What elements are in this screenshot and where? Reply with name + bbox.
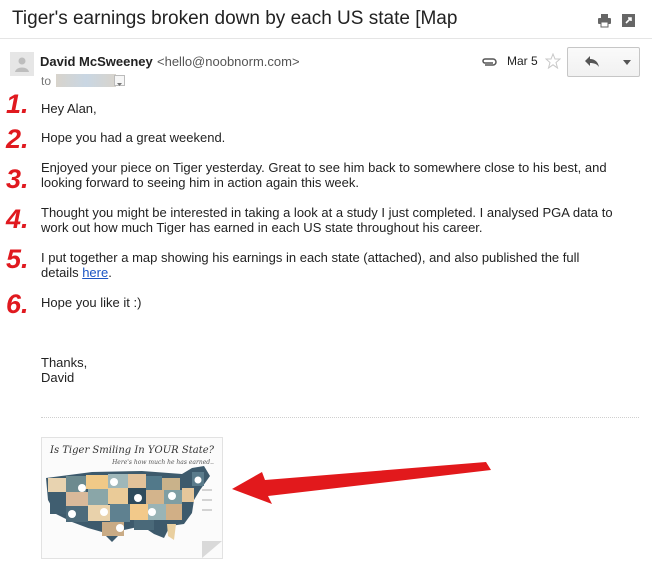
sign-off: Thanks, <box>41 355 88 370</box>
to-label: to <box>41 74 52 88</box>
here-link[interactable]: here <box>82 265 108 280</box>
reply-button[interactable] <box>567 47 617 77</box>
print-icon[interactable] <box>597 13 612 28</box>
attachment-divider <box>41 417 639 418</box>
attachment-thumbnail[interactable]: Is Tiger Smiling In YOUR State? Here's h… <box>41 437 223 559</box>
header-divider <box>0 38 652 39</box>
more-options-button[interactable] <box>615 47 640 77</box>
recipient-details-toggle[interactable] <box>114 75 125 86</box>
chevron-down-icon <box>623 60 631 65</box>
paragraph-5-line-1: I put together a map showing his earning… <box>41 250 580 265</box>
step-number-3: 3. <box>6 164 29 194</box>
step-number-5: 5. <box>6 244 29 274</box>
star-icon[interactable] <box>544 52 562 74</box>
step-number-2: 2. <box>6 124 29 154</box>
recipient-redacted <box>56 74 116 87</box>
greeting: Hey Alan, <box>41 101 97 116</box>
paragraph-6: Hope you like it :) <box>41 295 142 310</box>
paragraph-4: Thought you might be interested in takin… <box>41 205 631 235</box>
paragraph-3: Enjoyed your piece on Tiger yesterday. G… <box>41 160 631 190</box>
details-text: details <box>41 265 83 280</box>
sender-email: <hello@noobnorm.com> <box>157 54 300 69</box>
step-number-4: 4. <box>6 204 29 234</box>
email-date: Mar 5 <box>507 54 538 68</box>
paperclip-icon <box>481 55 499 73</box>
paragraph-2: Hope you had a great weekend. <box>41 130 226 145</box>
paragraph-5: I put together a map showing his earning… <box>41 250 631 280</box>
paragraph-4-line-2: work out how much Tiger has earned in ea… <box>41 220 483 235</box>
reply-icon <box>585 56 599 67</box>
us-map-image <box>46 466 222 558</box>
popout-icon[interactable] <box>621 13 636 28</box>
arrow-annotation <box>232 462 491 504</box>
email-subject: Tiger's earnings broken down by each US … <box>12 8 458 29</box>
paragraph-3-line-1: Enjoyed your piece on Tiger yesterday. G… <box>41 160 607 175</box>
signature: David <box>41 370 75 385</box>
paragraph-3-line-2: looking forward to seeing him in action … <box>41 175 359 190</box>
step-number-1: 1. <box>6 89 29 119</box>
sender-name[interactable]: David McSweeney <box>40 54 153 69</box>
step-number-6: 6. <box>6 289 29 319</box>
period-text: . <box>108 265 112 280</box>
paragraph-4-line-1: Thought you might be interested in takin… <box>41 205 613 220</box>
avatar <box>10 52 34 76</box>
paragraph-5-line-2: details here. <box>41 265 631 280</box>
